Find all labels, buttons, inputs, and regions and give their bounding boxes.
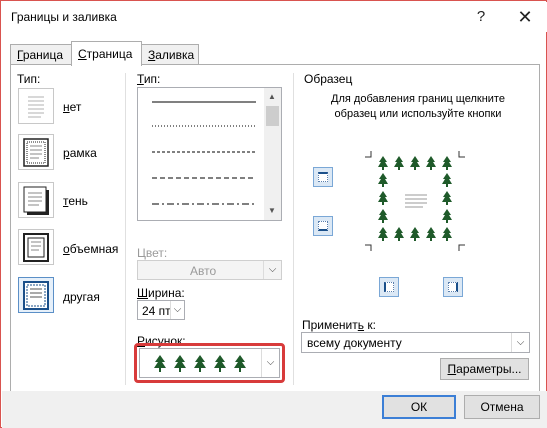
top-border-icon: [318, 172, 328, 182]
page-box-icon: [23, 138, 49, 167]
preset-shadow-button[interactable]: [18, 182, 54, 218]
cancel-button[interactable]: Отмена: [464, 395, 540, 419]
line-style-list[interactable]: ▲ ▼: [137, 87, 282, 221]
preset-none-label: нет: [63, 100, 82, 114]
width-select[interactable]: 24 пт ⌵: [137, 300, 185, 320]
preview-heading: Образец: [304, 72, 353, 86]
type-heading: Тип:: [17, 72, 41, 86]
chevron-down-icon: ⌵: [261, 349, 279, 377]
apply-to-value: всему документу: [307, 336, 402, 350]
page-3d-icon: [23, 233, 49, 262]
options-button[interactable]: Параметры...: [440, 358, 529, 380]
preset-box-label: рамка: [63, 146, 97, 160]
tab-shading[interactable]: Заливка: [141, 44, 199, 65]
scroll-down-icon[interactable]: ▼: [268, 206, 276, 215]
color-label: Цвет:: [137, 246, 168, 260]
page-custom-icon: [23, 281, 49, 310]
tab-page[interactable]: Страница: [71, 41, 142, 66]
style-heading: Тип:: [137, 72, 161, 86]
apply-to-select[interactable]: всему документу ⌵: [301, 332, 530, 353]
left-border-icon: [384, 282, 394, 292]
ok-button[interactable]: ОК: [382, 395, 456, 419]
chevron-down-icon: ⌵: [511, 333, 529, 352]
page-none-icon: [28, 96, 44, 118]
title-bar: Границы и заливка ? ✕: [2, 2, 547, 32]
line-style-scrollbar[interactable]: ▲ ▼: [264, 88, 281, 220]
preview-instructions: Для добавления границ щелкните образец и…: [331, 93, 505, 120]
top-border-button[interactable]: [313, 167, 333, 187]
width-label: Ширина:: [137, 286, 185, 300]
chevron-down-icon: ⌵: [263, 261, 281, 279]
apply-to-label: Применить к:: [302, 318, 376, 332]
dialog-footer: ОК Отмена: [2, 391, 547, 428]
bottom-border-icon: [318, 221, 328, 231]
divider-right: [293, 73, 294, 385]
color-value: Авто: [190, 264, 217, 278]
bottom-border-button[interactable]: [313, 216, 333, 236]
scroll-thumb[interactable]: [266, 106, 279, 126]
divider-left: [125, 73, 126, 385]
tree-art-icon: [154, 355, 246, 372]
chevron-down-icon: ⌵: [170, 301, 184, 319]
tab-border[interactable]: Граница: [10, 44, 72, 65]
preset-3d-button[interactable]: [18, 229, 54, 265]
preset-3d-label: объемная: [63, 242, 119, 256]
close-button[interactable]: ✕: [510, 4, 540, 30]
art-select[interactable]: ⌵: [139, 348, 280, 378]
width-value: 24 пт: [142, 304, 171, 318]
color-select[interactable]: Авто ⌵: [137, 260, 282, 280]
right-border-button[interactable]: [443, 277, 463, 297]
preview-page[interactable]: [365, 151, 465, 251]
help-button[interactable]: ?: [470, 6, 492, 28]
scroll-up-icon[interactable]: ▲: [268, 92, 276, 101]
left-border-button[interactable]: [379, 277, 399, 297]
borders-and-shading-dialog: Границы и заливка ? ✕ Граница Страница З…: [0, 0, 547, 428]
line-style-samples: [152, 101, 256, 205]
preset-shadow-label: тень: [63, 194, 88, 208]
preset-custom-label: другая: [63, 290, 100, 304]
dialog-title: Границы и заливка: [11, 10, 117, 24]
preset-box-button[interactable]: [18, 134, 54, 170]
preset-none-button[interactable]: [18, 88, 54, 124]
preset-custom-button[interactable]: [18, 277, 54, 313]
right-border-icon: [448, 282, 458, 292]
page-shadow-icon: [23, 186, 49, 215]
